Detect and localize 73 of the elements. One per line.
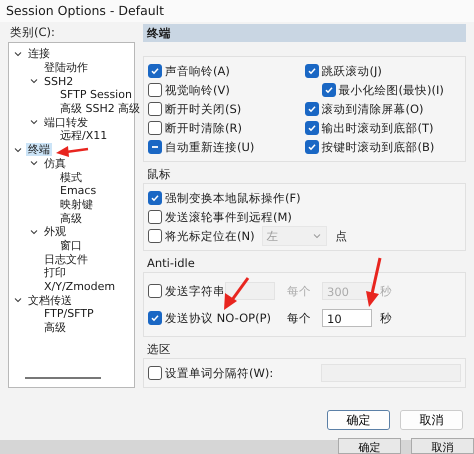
tree-item[interactable]: 终端 [26, 143, 52, 156]
checkbox[interactable] [148, 191, 162, 205]
tree-item[interactable]: 仿真 [42, 156, 68, 170]
background-button[interactable]: 取消 [411, 438, 474, 454]
unit-label: 秒 [380, 310, 392, 326]
checkbox[interactable] [304, 140, 318, 154]
tree-item[interactable]: X/Y/Zmodem [42, 280, 118, 294]
checkbox[interactable] [148, 366, 162, 380]
checkbox[interactable] [148, 121, 162, 135]
checkbox[interactable] [304, 64, 318, 78]
group-title: 选区 [146, 341, 172, 357]
checkbox-label: 视觉响铃(V) [165, 82, 230, 98]
checkbox-label: 最小化绘图(最快)(I) [338, 82, 444, 98]
category-label: 类别(C): [10, 24, 56, 40]
scrollbar[interactable] [25, 377, 101, 379]
group-title: Anti-idle [146, 255, 196, 271]
tree-item[interactable]: 映射键 [58, 198, 95, 211]
checkbox-label: 自动重新连接(U) [165, 140, 254, 154]
tree-item[interactable]: 端口转发 [42, 116, 90, 129]
panel-header: 终端 [143, 24, 466, 42]
dialog-button[interactable]: 取消 [400, 410, 463, 430]
chevron-icon [312, 231, 322, 241]
checkbox[interactable] [148, 83, 162, 97]
tree-item[interactable]: 高级 SSH2 高级 [58, 102, 142, 116]
tree-item[interactable]: 外观 [42, 225, 68, 238]
dialog-button[interactable]: 确定 [327, 410, 390, 430]
checkbox-label: 输出时滚动到底部(T) [322, 120, 434, 136]
checkbox-label: 声音响铃(A) [165, 64, 230, 78]
tree-item[interactable]: 登陆动作 [42, 61, 90, 74]
interval-label: 每个 [287, 310, 312, 326]
tree-item[interactable]: SSH2 [42, 74, 76, 88]
tree-item[interactable]: 高级 [42, 321, 68, 334]
checkbox[interactable] [322, 83, 336, 97]
checkbox-label: 设置单词分隔符(W): [165, 366, 274, 380]
tree-item[interactable]: FTP/SFTP [42, 307, 96, 320]
interval-label: 每个 [287, 284, 312, 298]
checkbox-label: 强制变换本地鼠标操作(F) [165, 190, 301, 206]
checkbox[interactable] [148, 140, 162, 154]
checkbox-label: 跳跃滚动(J) [322, 64, 382, 78]
tree-item[interactable]: SFTP Session [58, 88, 134, 102]
tree-item[interactable]: 连接 [26, 47, 52, 60]
annotation-arrow [224, 277, 250, 310]
checkbox-label: 将光标定位在(N) [165, 228, 255, 244]
group-title: 鼠标 [146, 166, 172, 182]
tree-item[interactable]: 高级 [58, 212, 84, 225]
checkbox-label: 发送滚轮事件到远程(M) [165, 210, 292, 224]
checkbox-label: 滚动到清除屏幕(O) [322, 102, 424, 116]
checkbox-label: 按键时滚动到底部(B) [322, 140, 434, 154]
window-title: Session Options - Default [0, 0, 474, 22]
checkbox-label: 发送字符串 [165, 284, 225, 298]
tree-item[interactable]: 文档传送 [26, 294, 74, 307]
unit-label: 点 [336, 228, 348, 244]
tree-item[interactable]: 远程/X11 [58, 129, 110, 142]
tree-item[interactable]: Emacs [58, 184, 98, 198]
checkbox[interactable] [148, 102, 162, 116]
checkbox[interactable] [148, 64, 162, 78]
checkbox-label: 断开时清除(R) [165, 120, 242, 136]
tree-item[interactable]: 打印 [42, 266, 68, 280]
checkbox[interactable] [148, 229, 162, 243]
annotation-arrow [366, 258, 382, 307]
tree-item[interactable]: 窗口 [58, 238, 84, 252]
checkbox-label: 发送协议 NO-OP(P) [165, 310, 271, 326]
checkbox[interactable] [148, 210, 162, 224]
tree-item[interactable]: 模式 [58, 170, 84, 184]
checkbox[interactable] [148, 311, 162, 325]
checkbox[interactable] [304, 102, 318, 116]
checkbox-label: 断开时关闭(S) [165, 102, 242, 116]
background-button[interactable]: 确定 [338, 438, 401, 454]
tree-item[interactable]: 日志文件 [42, 252, 90, 266]
unit-label: 秒 [380, 284, 392, 298]
interval-field[interactable]: 10 [322, 309, 372, 327]
annotation-arrow [56, 146, 88, 157]
checkbox[interactable] [304, 121, 318, 135]
